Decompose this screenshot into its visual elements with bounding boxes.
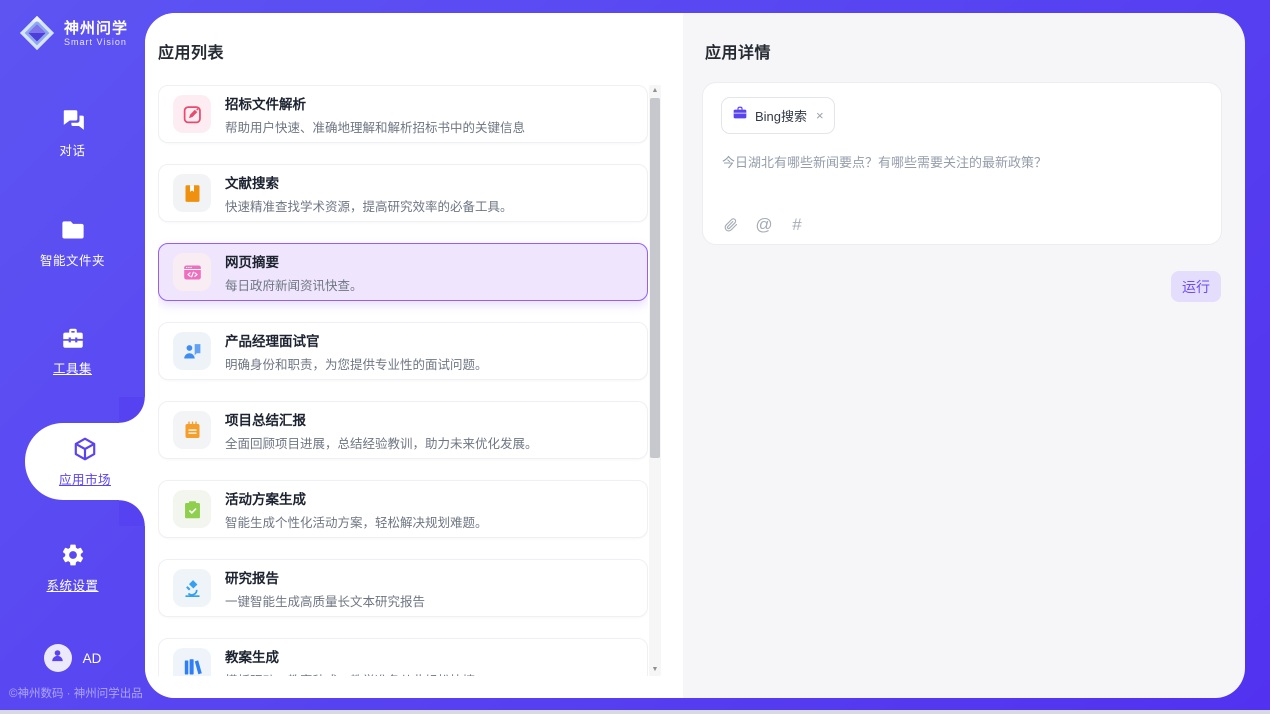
scroll-down-icon[interactable]: ▼ [649,664,661,676]
app-card-desc: 帮助用户快速、准确地理解和解析招标书中的关键信息 [225,117,525,136]
tag-close-icon[interactable]: × [816,109,824,122]
scrollbar[interactable]: ▲ ▼ [649,85,661,676]
avatar[interactable] [44,644,72,672]
sidebar-item[interactable]: 智能文件夹 [0,216,145,269]
scrollbar-thumb[interactable] [650,98,660,458]
user-row[interactable]: AD [0,644,145,672]
hash-icon[interactable]: # [788,216,806,234]
sidebar-item-label: 对话 [59,140,85,159]
app-card-title: 活动方案生成 [225,488,488,508]
input-tools: @ # [722,216,806,234]
app-card-title: 网页摘要 [225,251,363,271]
scroll-up-icon[interactable]: ▲ [649,85,661,97]
app-list-panel: 应用列表 招标文件解析 帮助用户快速、准确地理解和解析招标书中的关键信息 文献搜… [145,13,683,698]
app-card[interactable]: 文献搜索 快速精准查找学术资源，提高研究效率的必备工具。 [158,164,648,222]
sidebar-item-icon [59,106,87,134]
tool-tag-label: Bing搜索 [755,106,807,125]
app-list-title: 应用列表 [158,39,224,63]
sidebar-item-label: 系统设置 [46,575,98,594]
app-card-title: 产品经理面试官 [225,330,488,350]
app-card-title: 文献搜索 [225,172,513,192]
app-card-desc: 模板驱动，教案秒成，教学准备从此轻松快捷 [225,670,475,677]
app-card[interactable]: 产品经理面试官 明确身份和职责，为您提供专业性的面试问题。 [158,322,648,380]
app-card[interactable]: 教案生成 模板驱动，教案秒成，教学准备从此轻松快捷 [158,638,648,676]
app-card[interactable]: 项目总结汇报 全面回顾项目进展，总结经验教训，助力未来优化发展。 [158,401,648,459]
sidebar-footer: ©神州数码 · 神州问学出品 [9,685,143,701]
attachment-icon[interactable] [722,216,740,234]
sidebar-item-icon [59,541,87,569]
app-card-title: 招标文件解析 [225,93,525,113]
app-card-icon [173,648,211,676]
sidebar-item[interactable]: 系统设置 [0,541,145,594]
app-card-desc: 全面回顾项目进展，总结经验教训，助力未来优化发展。 [225,433,538,452]
app-card-desc: 快速精准查找学术资源，提高研究效率的必备工具。 [225,196,513,215]
brand-subtitle: Smart Vision [64,37,128,47]
app-card-title: 研究报告 [225,567,425,587]
app-detail-panel: 应用详情 Bing搜索 × 今日湖北有哪些新闻要点？有哪些需要关注的最新政策？ … [683,13,1245,698]
prompt-card: Bing搜索 × 今日湖北有哪些新闻要点？有哪些需要关注的最新政策？ @ # [702,82,1222,245]
sidebar-item[interactable]: 对话 [0,106,145,159]
sidebar-item-icon [59,216,87,244]
run-button[interactable]: 运行 [1171,271,1221,302]
app-card-desc: 明确身份和职责，为您提供专业性的面试问题。 [225,354,488,373]
briefcase-icon [732,105,748,126]
sidebar-item[interactable]: 应用市场 [25,423,145,500]
app-card[interactable]: 研究报告 一键智能生成高质量长文本研究报告 [158,559,648,617]
diamond-logo-icon [18,14,56,52]
app-card-desc: 智能生成个性化活动方案，轻松解决规划难题。 [225,512,488,531]
app-card-desc: 每日政府新闻资讯快查。 [225,275,363,294]
person-icon [49,647,66,669]
content-shell: 应用列表 招标文件解析 帮助用户快速、准确地理解和解析招标书中的关键信息 文献搜… [145,13,1245,698]
app-list: 招标文件解析 帮助用户快速、准确地理解和解析招标书中的关键信息 文献搜索 快速精… [158,85,648,676]
app-card[interactable]: 招标文件解析 帮助用户快速、准确地理解和解析招标书中的关键信息 [158,85,648,143]
app-card-title: 项目总结汇报 [225,409,538,429]
app-card-icon [173,174,211,212]
app-card-icon [173,95,211,133]
tool-tag-bing-search[interactable]: Bing搜索 × [721,97,835,134]
app-card-icon [173,411,211,449]
sidebar-item-label: 工具集 [53,358,92,377]
sidebar-item-icon [71,435,99,463]
brand-name: 神州问学 [64,20,128,37]
brand: 神州问学 Smart Vision [18,14,128,52]
sidebar: 神州问学 Smart Vision 对话 智能文件夹 工具集 应用市场 系统设置… [0,0,145,710]
app-card-icon [173,332,211,370]
app-card-icon [173,569,211,607]
app-detail-title: 应用详情 [705,39,771,63]
sidebar-item-icon [59,324,87,352]
app-card-icon [173,490,211,528]
app-card-title: 教案生成 [225,646,475,666]
page-bottom-edge [0,710,1270,714]
app-card[interactable]: 网页摘要 每日政府新闻资讯快查。 [158,243,648,301]
app-card[interactable]: 活动方案生成 智能生成个性化活动方案，轻松解决规划难题。 [158,480,648,538]
sidebar-item-label: 智能文件夹 [40,250,105,269]
app-card-desc: 一键智能生成高质量长文本研究报告 [225,591,425,610]
user-initials: AD [83,651,102,666]
sidebar-item[interactable]: 工具集 [0,324,145,377]
sidebar-item-label: 应用市场 [59,469,111,488]
app-card-icon [173,253,211,291]
prompt-input[interactable]: 今日湖北有哪些新闻要点？有哪些需要关注的最新政策？ [722,153,1203,172]
mention-icon[interactable]: @ [755,216,773,234]
